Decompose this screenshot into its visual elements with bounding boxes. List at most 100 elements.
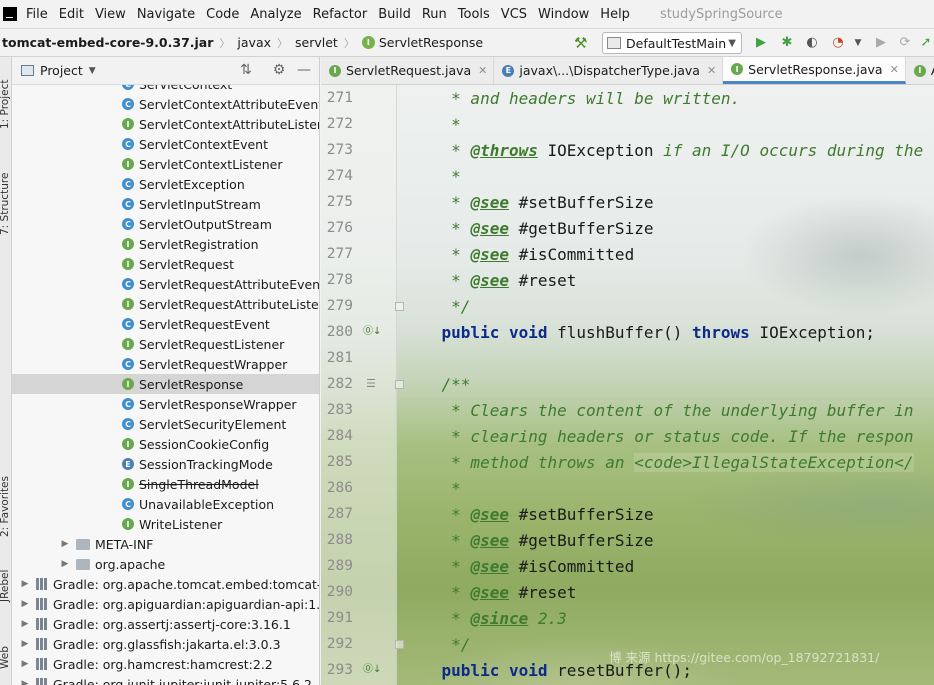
- jrebel-run-icon[interactable]: ➚: [918, 35, 934, 51]
- code-text: * and headers will be written.: [403, 89, 740, 108]
- menu-code[interactable]: Code: [206, 7, 239, 22]
- chevron-right-icon[interactable]: ▶: [20, 579, 30, 589]
- menu-navigate[interactable]: Navigate: [137, 7, 195, 22]
- chevron-right-icon[interactable]: ▶: [20, 619, 30, 629]
- tool-tab-project[interactable]: 1: Project: [0, 80, 11, 129]
- code-token: #getBufferSize: [508, 530, 654, 550]
- menu-file[interactable]: File: [26, 7, 48, 22]
- menu-refactor[interactable]: Refactor: [313, 7, 368, 22]
- fold-marker-icon[interactable]: [395, 302, 404, 311]
- close-tab-icon[interactable]: ✕: [890, 63, 899, 76]
- tree-item[interactable]: I ServletRequestListener: [12, 334, 319, 354]
- intellij-logo-icon[interactable]: [3, 7, 17, 21]
- editor-tab[interactable]: IAsyncCo: [906, 57, 934, 84]
- tree-item[interactable]: I WriteListener: [12, 514, 319, 534]
- fold-marker-icon[interactable]: [395, 380, 404, 389]
- build-hammer-icon[interactable]: ⚒: [574, 34, 592, 52]
- chevron-right-icon[interactable]: ▶: [20, 639, 30, 649]
- tree-item[interactable]: I SessionCookieConfig: [12, 434, 319, 454]
- profile-dropdown-icon[interactable]: ▼: [850, 35, 866, 51]
- menu-analyze[interactable]: Analyze: [250, 7, 301, 22]
- run-config-select[interactable]: DefaultTestMain ▼: [602, 32, 742, 54]
- gear-icon[interactable]: ⚙: [271, 62, 287, 78]
- code-token: #reset: [508, 270, 577, 290]
- menu-vcs[interactable]: VCS: [501, 7, 527, 22]
- editor-tab[interactable]: I ServletRequest.java ✕: [321, 57, 495, 84]
- profile-icon[interactable]: ◔: [830, 35, 846, 51]
- implemented-marker-icon[interactable]: ⓪↓: [363, 662, 381, 678]
- breadcrumb-pkg-javax[interactable]: javax: [237, 35, 271, 50]
- tree-item[interactable]: C UnavailableException: [12, 494, 319, 514]
- fold-marker-icon[interactable]: [395, 640, 404, 649]
- hide-panel-icon[interactable]: —: [296, 62, 312, 78]
- tree-folder[interactable]: ▶ org.apache: [12, 554, 319, 574]
- tree-item[interactable]: I ServletContextListener: [12, 154, 319, 174]
- chevron-right-icon[interactable]: ▶: [20, 659, 30, 669]
- implemented-marker-icon[interactable]: ⓪↓: [363, 324, 381, 340]
- tool-tab-jrebel[interactable]: JRebel: [0, 570, 11, 602]
- code-line: 278 * @see #reset: [321, 267, 934, 293]
- chevron-right-icon[interactable]: ▶: [60, 539, 70, 549]
- tree-item[interactable]: C ServletSecurityElement: [12, 414, 319, 434]
- close-tab-icon[interactable]: ✕: [707, 64, 716, 77]
- editor-tab[interactable]: Ejavax\...\DispatcherType.java ✕: [494, 57, 724, 84]
- enum-icon: E: [502, 64, 515, 77]
- tree-folder[interactable]: ▶ META-INF: [12, 534, 319, 554]
- navigation-bar: tomcat-embed-core-9.0.37.jar 〉 javax 〉 s…: [0, 29, 934, 57]
- line-number: 280: [326, 324, 353, 340]
- tree-item[interactable]: C ServletContextEvent: [12, 134, 319, 154]
- tree-item[interactable]: C ServletInputStream: [12, 194, 319, 214]
- tool-tab-favorites[interactable]: 2: Favorites: [0, 476, 11, 537]
- tree-library[interactable]: ▶ Gradle: org.assertj:assertj-core:3.16.1: [12, 614, 319, 634]
- menu-view[interactable]: View: [95, 7, 126, 22]
- tree-item[interactable]: I ServletContextAttributeListener: [12, 114, 319, 134]
- tree-item[interactable]: C ServletResponseWrapper: [12, 394, 319, 414]
- chevron-right-icon[interactable]: ▶: [20, 599, 30, 609]
- tree-item[interactable]: C ServletContextAttributeEvent: [12, 94, 319, 114]
- tree-library[interactable]: ▶ Gradle: org.glassfish:jakarta.el:3.0.3: [12, 634, 319, 654]
- menu-build[interactable]: Build: [378, 7, 411, 22]
- line-number: 281: [326, 350, 353, 366]
- menu-run[interactable]: Run: [422, 7, 447, 22]
- collapse-all-icon[interactable]: ⇅: [238, 62, 254, 78]
- breadcrumb-pkg-servlet[interactable]: servlet: [295, 35, 338, 50]
- tree-item[interactable]: C ServletOutputStream: [12, 214, 319, 234]
- code-editor[interactable]: 271 * and headers will be written. 272 * 2…: [321, 85, 934, 685]
- project-panel-title[interactable]: Project: [40, 63, 83, 78]
- editor-tab[interactable]: I ServletResponse.java ✕: [723, 57, 906, 84]
- coverage-icon[interactable]: ◐: [804, 35, 820, 51]
- tree-item[interactable]: I ServletResponse: [12, 374, 319, 394]
- tree-library[interactable]: ▶ Gradle: org.apache.tomcat.embed:tomcat-…: [12, 574, 319, 594]
- tree-item[interactable]: C ServletRequestWrapper: [12, 354, 319, 374]
- tree-item[interactable]: I ServletRequest: [12, 254, 319, 274]
- tool-tab-structure[interactable]: 7: Structure: [0, 173, 11, 235]
- menu-window[interactable]: Window: [538, 7, 589, 22]
- close-tab-icon[interactable]: ✕: [478, 64, 487, 77]
- tree-library[interactable]: ▶ Gradle: org.junit.jupiter:junit-jupiter…: [12, 674, 319, 685]
- tool-tab-web[interactable]: Web: [0, 646, 11, 669]
- tree-item-label: UnavailableException: [139, 496, 275, 512]
- chevron-right-icon[interactable]: ▶: [20, 679, 30, 685]
- breadcrumb-class[interactable]: I ServletResponse: [361, 35, 483, 50]
- menu-help[interactable]: Help: [600, 7, 630, 22]
- library-icon: [36, 678, 48, 685]
- menu-tools[interactable]: Tools: [458, 7, 490, 22]
- tree-library[interactable]: ▶ Gradle: org.hamcrest:hamcrest:2.2: [12, 654, 319, 674]
- tree-library-label: Gradle: org.junit.jupiter:junit-jupiter:…: [53, 676, 312, 685]
- tree-library[interactable]: ▶ Gradle: org.apiguardian:apiguardian-api…: [12, 594, 319, 614]
- tree-item[interactable]: C ServletException: [12, 174, 319, 194]
- tree-item[interactable]: E SessionTrackingMode: [12, 454, 319, 474]
- chevron-right-icon[interactable]: ▶: [60, 559, 70, 569]
- tree-item[interactable]: I ServletRegistration: [12, 234, 319, 254]
- menu-edit[interactable]: Edit: [59, 7, 84, 22]
- run-icon[interactable]: ▶: [753, 35, 769, 51]
- chevron-down-icon[interactable]: ▼: [89, 66, 96, 76]
- breadcrumb-jar[interactable]: tomcat-embed-core-9.0.37.jar: [2, 35, 213, 50]
- debug-bug-icon[interactable]: ✱: [779, 35, 795, 51]
- tree-item[interactable]: C ServletRequestAttributeEvent: [12, 274, 319, 294]
- code-text: *: [403, 115, 461, 134]
- tree-item[interactable]: I ServletRequestAttributeListener: [12, 294, 319, 314]
- render-doc-icon[interactable]: ☰: [363, 376, 379, 392]
- tree-item[interactable]: C ServletRequestEvent: [12, 314, 319, 334]
- tree-item[interactable]: I SingleThreadModel: [12, 474, 319, 494]
